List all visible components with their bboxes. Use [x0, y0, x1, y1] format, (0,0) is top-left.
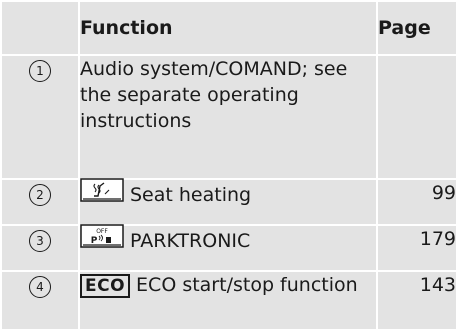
- header-page: Page: [376, 0, 457, 56]
- function-cell: ECO ECO start/stop function: [78, 270, 378, 331]
- function-text: ECO start/stop function: [136, 274, 358, 296]
- table-row: 1 Audio system/COMAND; see the separate …: [0, 54, 457, 180]
- parktronic-off-button-icon: OFF P: [80, 224, 124, 255]
- header-number-cell: [0, 0, 80, 56]
- page-cell: 179: [376, 224, 457, 272]
- page-cell: 99: [376, 178, 457, 226]
- circled-number-2: 2: [29, 184, 51, 206]
- header-function: Function: [78, 0, 378, 56]
- eco-button-icon: ECO: [80, 274, 131, 298]
- circled-number-3: 3: [29, 230, 51, 252]
- table-row: 3 OFF P PARKTRONIC 179: [0, 224, 457, 272]
- function-cell: Audio system/COMAND; see the separate op…: [78, 54, 378, 180]
- seat-heating-button-icon: [80, 178, 124, 209]
- circled-number-1: 1: [29, 60, 51, 82]
- row-number-cell: 2: [0, 178, 80, 226]
- table-row: 4 ECO ECO start/stop function 143: [0, 270, 457, 331]
- function-text: Audio system/COMAND; see the separate op…: [80, 58, 348, 132]
- row-number-cell: 4: [0, 270, 80, 331]
- function-text: PARKTRONIC: [130, 230, 251, 252]
- svg-text:P: P: [91, 236, 98, 246]
- function-cell: Seat heating: [78, 178, 378, 226]
- table-header-row: Function Page: [0, 0, 457, 56]
- function-table: Function Page 1 Audio system/COMAND; see…: [0, 0, 457, 331]
- function-text: Seat heating: [130, 184, 252, 206]
- table-row: 2 Seat heating 99: [0, 178, 457, 226]
- off-label: OFF: [96, 228, 108, 235]
- circled-number-4: 4: [29, 276, 51, 298]
- function-cell: OFF P PARKTRONIC: [78, 224, 378, 272]
- page-cell: 143: [376, 270, 457, 331]
- row-number-cell: 3: [0, 224, 80, 272]
- row-number-cell: 1: [0, 54, 80, 180]
- page-cell: [376, 54, 457, 180]
